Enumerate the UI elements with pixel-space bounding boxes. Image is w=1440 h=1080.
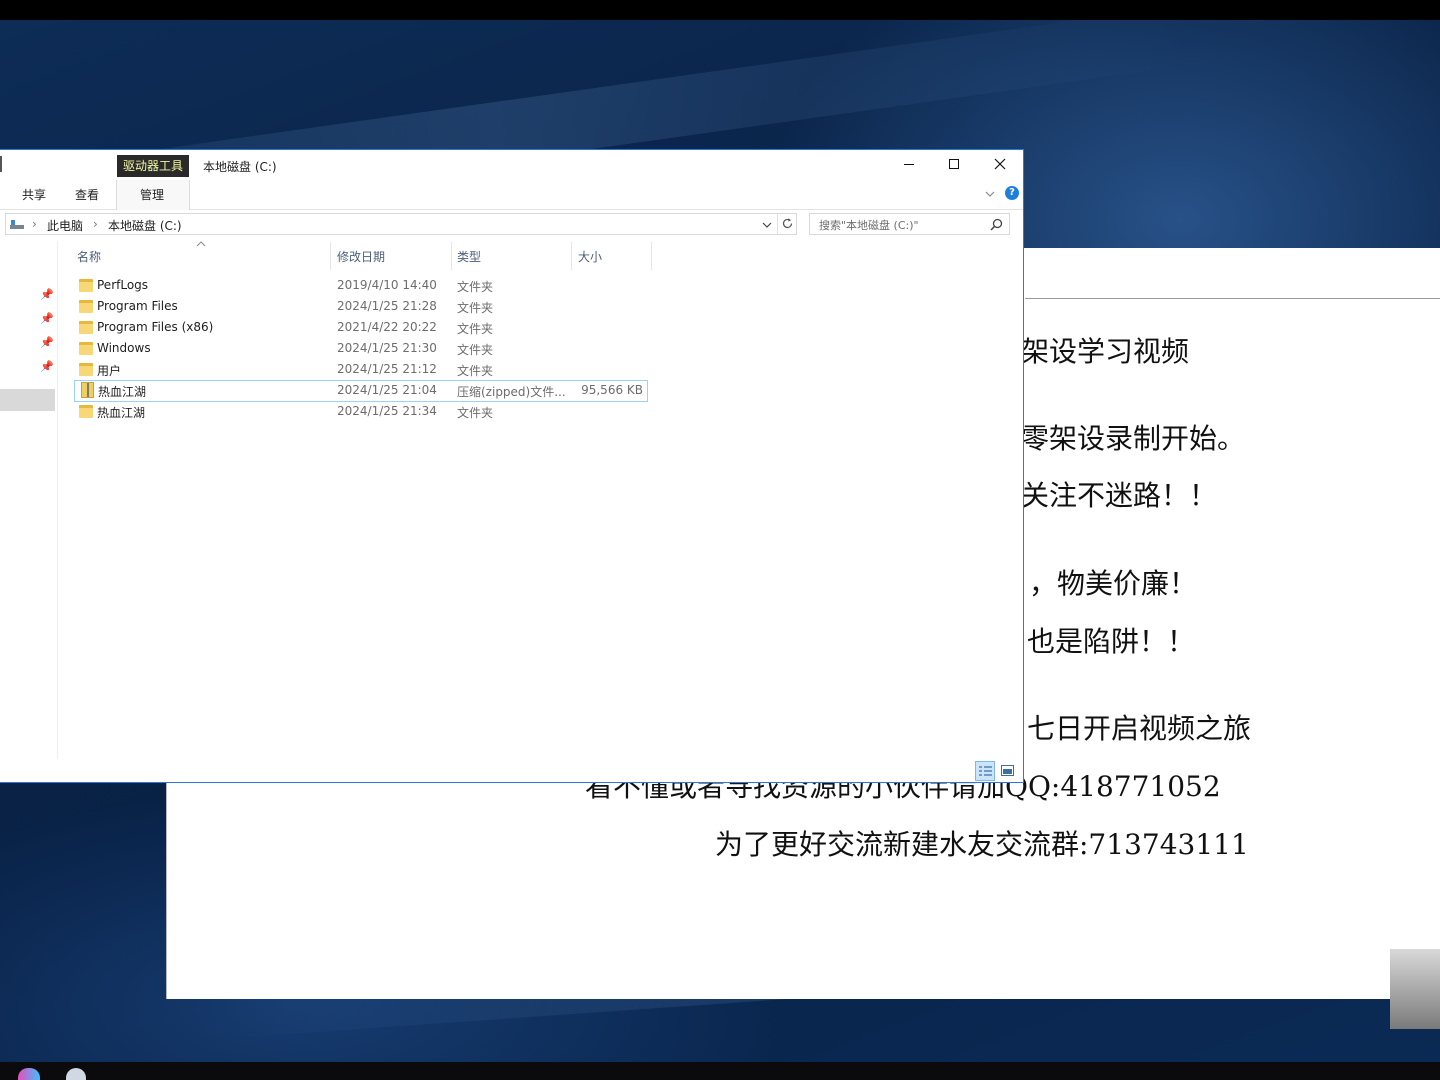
maximize-button[interactable]: [931, 150, 977, 180]
breadcrumb-local-disk[interactable]: 本地磁盘 (C:): [108, 217, 182, 234]
taskbar-app-icon[interactable]: [66, 1068, 86, 1080]
breadcrumb-separator-icon: ›: [93, 217, 98, 231]
breadcrumb-separator-icon: ›: [32, 217, 37, 231]
file-type: 文件夹: [457, 301, 494, 315]
folder-icon: [79, 300, 93, 313]
file-date: 2024/1/25 21:30: [337, 341, 437, 355]
file-explorer-window[interactable]: 驱动器工具 本地磁盘 (C:) 共享 查看 管理 ? › 此电脑 › 本地磁盘 …: [0, 149, 1024, 783]
document-line: 零架设录制开始。: [1021, 422, 1246, 455]
file-name: Program Files (x86): [97, 320, 214, 334]
sort-ascending-icon: [196, 241, 206, 247]
document-line: 七日开启视频之旅: [1027, 712, 1252, 745]
minimize-button[interactable]: [886, 150, 932, 180]
search-icon[interactable]: [990, 218, 1003, 231]
column-header-size[interactable]: 大小: [578, 248, 602, 265]
column-header-type[interactable]: 类型: [457, 248, 481, 265]
close-icon: [994, 158, 1006, 170]
document-line: 也是陷阱！！: [1027, 625, 1196, 658]
window-corner-shadow: [1390, 949, 1440, 1029]
folder-icon: [79, 342, 93, 355]
file-name: Program Files: [97, 299, 178, 313]
file-type: 文件夹: [457, 364, 494, 378]
column-divider[interactable]: [571, 242, 572, 270]
folder-icon: [79, 363, 93, 376]
file-size: 95,566 KB: [581, 383, 643, 397]
nav-item-selected[interactable]: [0, 389, 55, 411]
file-name: Windows: [97, 341, 151, 355]
column-divider[interactable]: [330, 242, 331, 270]
details-view-icon: [979, 766, 992, 776]
column-header-date[interactable]: 修改日期: [337, 248, 385, 265]
file-date: 2024/1/25 21:04: [337, 383, 437, 397]
expand-ribbon-chevron-icon[interactable]: [985, 190, 995, 198]
file-date: 2024/1/25 21:34: [337, 404, 437, 418]
details-view-button[interactable]: [975, 761, 995, 781]
file-row[interactable]: Program Files 2024/1/25 21:28 文件夹: [74, 297, 648, 317]
taskbar[interactable]: [0, 1062, 1440, 1080]
drive-tools-context-tab[interactable]: 驱动器工具: [117, 155, 189, 177]
address-bar[interactable]: › 此电脑 › 本地磁盘 (C:): [5, 213, 797, 235]
navigation-pane[interactable]: 📌 📌 📌 📌: [0, 241, 58, 759]
zip-icon: [81, 382, 94, 398]
pin-icon[interactable]: 📌: [40, 360, 54, 373]
file-row[interactable]: PerfLogs 2019/4/10 14:40 文件夹: [74, 276, 648, 296]
preview-view-icon: [1001, 765, 1014, 776]
file-name: 热血江湖: [97, 406, 146, 420]
minimize-icon: [904, 164, 914, 165]
folder-icon: [79, 321, 93, 334]
file-row[interactable]: Program Files (x86) 2021/4/22 20:22 文件夹: [74, 318, 648, 338]
file-type: 文件夹: [457, 343, 494, 357]
title-bar[interactable]: 驱动器工具 本地磁盘 (C:): [0, 150, 1023, 180]
maximize-icon: [949, 159, 959, 169]
file-name: 热血江湖: [98, 385, 147, 399]
search-box[interactable]: 搜索"本地磁盘 (C:)": [809, 213, 1010, 235]
view-toggle-group: [975, 761, 1019, 781]
pin-icon[interactable]: 📌: [40, 336, 54, 349]
file-date: 2021/4/22 20:22: [337, 320, 437, 334]
search-placeholder: 搜索"本地磁盘 (C:)": [819, 219, 919, 232]
window-title: 本地磁盘 (C:): [203, 160, 277, 174]
file-date: 2024/1/25 21:12: [337, 362, 437, 376]
file-row[interactable]: Windows 2024/1/25 21:30 文件夹: [74, 339, 648, 359]
file-date: 2019/4/10 14:40: [337, 278, 437, 292]
file-type: 压缩(zipped)文件...: [457, 385, 566, 399]
column-divider[interactable]: [651, 242, 652, 270]
refresh-icon[interactable]: [781, 217, 794, 230]
file-date: 2024/1/25 21:28: [337, 299, 437, 313]
tab-share[interactable]: 共享: [22, 186, 46, 203]
window-edge: [0, 156, 2, 172]
tab-manage[interactable]: 管理: [140, 186, 164, 203]
pin-icon[interactable]: 📌: [40, 312, 54, 325]
taskbar-app-icon[interactable]: [18, 1068, 40, 1080]
column-header-name[interactable]: 名称: [77, 248, 101, 265]
tab-view[interactable]: 查看: [75, 186, 99, 203]
document-line: ，物美价廉！: [1029, 567, 1198, 600]
file-row[interactable]: 热血江湖 2024/1/25 21:34 文件夹: [74, 402, 648, 422]
column-divider[interactable]: [451, 242, 452, 270]
file-name: 用户: [97, 364, 122, 378]
file-type: 文件夹: [457, 322, 494, 336]
help-icon[interactable]: ?: [1005, 186, 1019, 200]
document-line: 架设学习视频: [1021, 335, 1190, 368]
file-name: PerfLogs: [97, 278, 149, 292]
breadcrumb-this-pc[interactable]: 此电脑: [47, 217, 83, 234]
ribbon-tab-bar: 共享 查看 管理 ?: [0, 180, 1023, 210]
pin-icon[interactable]: 📌: [40, 288, 54, 301]
address-divider: [777, 214, 778, 234]
document-line: 为了更好交流新建水友交流群:713743111: [715, 828, 1249, 861]
folder-icon: [79, 279, 93, 292]
address-history-chevron-icon[interactable]: [762, 221, 772, 229]
close-button[interactable]: [977, 150, 1023, 180]
file-type: 文件夹: [457, 280, 494, 294]
file-type: 文件夹: [457, 406, 494, 420]
document-line: 关注不迷路！！: [1021, 479, 1218, 512]
file-row-selected[interactable]: 热血江湖 2024/1/25 21:04 压缩(zipped)文件... 95,…: [74, 380, 648, 402]
this-pc-drive-icon: [10, 220, 24, 229]
document-divider: [1025, 298, 1440, 299]
folder-icon: [79, 405, 93, 418]
large-icons-view-button[interactable]: [998, 761, 1018, 781]
file-row[interactable]: 用户 2024/1/25 21:12 文件夹: [74, 360, 648, 380]
